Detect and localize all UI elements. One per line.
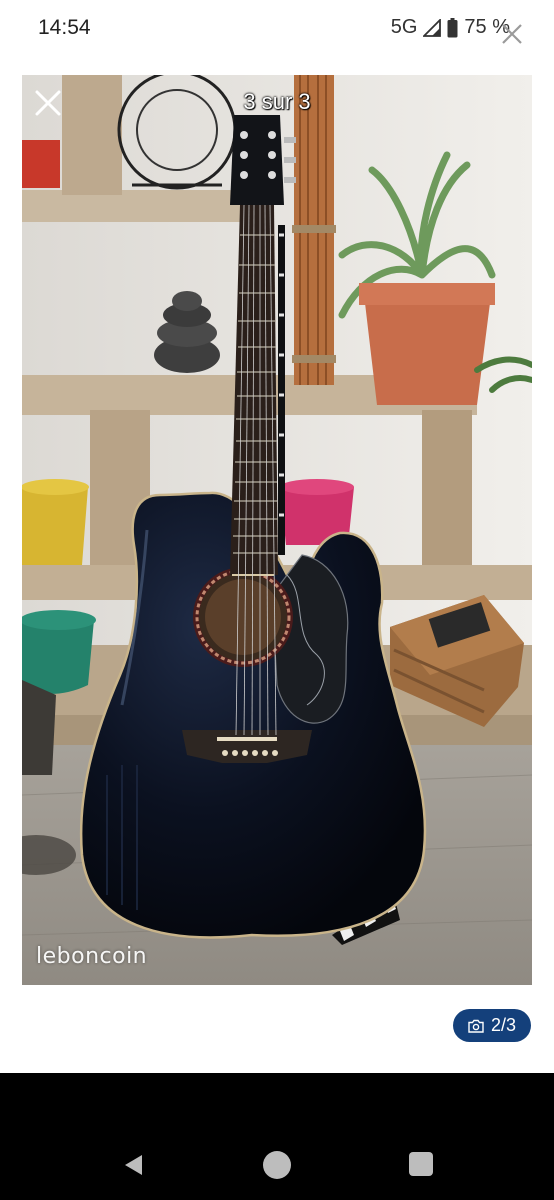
status-time: 14:54 [38,16,91,39]
status-indicators: 5G 75 % [391,16,510,39]
back-icon[interactable] [122,1153,146,1177]
guitar-photo [22,75,532,985]
leboncoin-watermark: leboncoin [36,944,148,969]
photo-viewer[interactable]: 3 sur 3 leboncoin [22,75,532,985]
camera-icon [468,1019,484,1033]
photo-counter: 3 sur 3 [243,89,311,114]
status-bar: 14:54 5G 75 % [0,0,554,56]
photo-count-badge[interactable]: 2/3 [453,1009,531,1042]
signal-icon [423,18,442,37]
photo-count-label: 2/3 [490,1015,517,1035]
home-icon[interactable] [263,1151,291,1179]
navigation-bar [0,1073,554,1200]
network-type: 5G [390,16,418,38]
close-icon[interactable] [500,22,524,46]
recents-icon[interactable] [409,1152,433,1176]
battery-icon [447,17,458,37]
